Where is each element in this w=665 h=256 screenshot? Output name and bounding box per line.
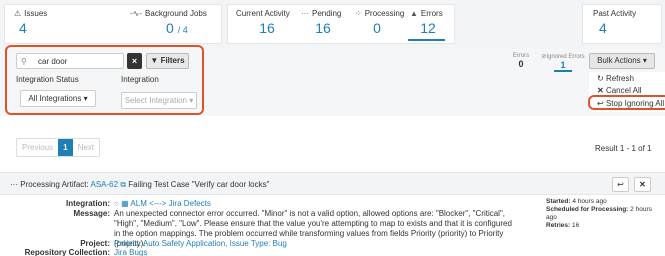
alert-icon: ▲ — [410, 9, 418, 18]
close-icon: ✕ — [597, 86, 604, 95]
pending-count: 16 — [315, 20, 331, 36]
timing-info: Started: 4 hours ago Scheduled for Proce… — [546, 198, 656, 230]
ellipsis-icon: ··· — [10, 180, 18, 189]
started-label: Started: — [546, 198, 571, 205]
background-jobs-total: / 4 — [177, 25, 188, 35]
pagination: Previous 1 Next — [16, 138, 101, 157]
chevron-down-icon: ▾ — [189, 96, 194, 105]
artifact-prefix: Processing Artifact: — [20, 180, 89, 189]
status-circle-icon: ○ — [114, 199, 119, 208]
background-jobs-stat[interactable]: -∿- Background Jobs 0 / 4 — [130, 9, 207, 36]
integration-select[interactable]: Select Integration ▾ — [121, 92, 197, 109]
artifact-title: Failing Test Case "Verify car door locks… — [128, 180, 270, 189]
message-key: Message: — [73, 209, 110, 218]
started-value: 4 hours ago — [572, 198, 607, 205]
search-input[interactable]: ⚲ car door — [16, 53, 124, 69]
menu-item-cancel-all[interactable]: ✕ Cancel All — [597, 86, 642, 95]
integration-icon: ▦ — [121, 199, 129, 208]
retry-button[interactable]: ↩ — [612, 177, 629, 192]
ignored-errors-stat[interactable]: ⊘Ignored Errors 1 — [540, 53, 586, 72]
caret-down-icon: ▾ — [642, 56, 647, 65]
current-activity-label: Current Activity — [236, 9, 290, 18]
bulk-actions-button[interactable]: Bulk Actions ▾ — [589, 53, 655, 69]
bulk-actions-label: Bulk Actions — [597, 56, 641, 65]
pulse-icon: -∿- — [130, 9, 143, 18]
filter-icon: ▼ — [150, 56, 159, 65]
warning-icon: ⚠ — [14, 9, 22, 18]
current-page-button[interactable]: 1 — [58, 139, 73, 156]
issues-count: 4 — [19, 20, 27, 36]
cancel-button[interactable]: ✕ — [634, 177, 651, 192]
current-activity-stat[interactable]: Current Activity 16 — [236, 9, 298, 36]
chevron-down-icon: ▾ — [83, 94, 88, 103]
filters-button[interactable]: ▼ Filters — [146, 53, 189, 69]
retries-label: Retries: — [546, 222, 571, 229]
pending-label: Pending — [312, 9, 342, 18]
integration-status-value: All Integrations — [28, 94, 82, 103]
issues-stat[interactable]: ⚠ Issues 4 — [14, 9, 47, 36]
background-jobs-label: Background Jobs — [145, 9, 207, 18]
past-activity-stat[interactable]: Past Activity 4 — [593, 9, 655, 36]
ignored-errors-count: 1 — [554, 60, 572, 72]
refresh-icon: ↻ — [597, 74, 604, 83]
integration-label: Integration — [121, 75, 159, 84]
artifact-panel-header: ··· Processing Artifact: ASA-62 ⧉ Failin… — [0, 172, 665, 195]
past-activity-label: Past Activity — [593, 9, 637, 18]
pending-stat[interactable]: ··· Pending 16 — [301, 9, 345, 36]
scheduled-label: Scheduled for Processing: — [546, 206, 629, 213]
repository-value[interactable]: Jira Bugs — [114, 248, 147, 256]
integration-status-select[interactable]: All Integrations ▾ — [20, 90, 96, 107]
project-value[interactable]: Project: Auto Safety Application, Issue … — [114, 239, 287, 248]
errors-stat[interactable]: ▲ Errors 12 — [410, 9, 446, 36]
integration-status-label: Integration Status — [16, 75, 79, 84]
menu-item-refresh[interactable]: ↻ Refresh — [597, 74, 634, 83]
errors-active-indicator — [408, 39, 445, 41]
project-key: Project: — [80, 239, 110, 248]
external-link-icon[interactable]: ⧉ — [120, 180, 126, 189]
background-jobs-count: 0 — [166, 20, 174, 36]
processing-stat[interactable]: ⁘ Processing 0 — [355, 9, 404, 36]
previous-page-button[interactable]: Previous — [17, 139, 58, 156]
ellipsis-icon: ··· — [301, 9, 309, 18]
processing-count: 0 — [373, 20, 381, 36]
stop-ignoring-highlight — [588, 95, 665, 110]
errors-count: 12 — [420, 20, 436, 36]
search-value: car door — [38, 57, 68, 66]
errors-mini-count: 0 — [518, 59, 524, 69]
retries-value: 16 — [572, 222, 580, 229]
errors-label: Errors — [420, 9, 443, 18]
processing-label: Processing — [364, 9, 405, 18]
close-icon: ✕ — [639, 180, 646, 189]
undo-icon: ↩ — [617, 180, 624, 189]
clear-search-button[interactable]: × — [127, 53, 142, 69]
integration-placeholder: Select Integration — [124, 96, 187, 105]
result-count: Result 1 - 1 of 1 — [595, 144, 652, 153]
search-icon: ⚲ — [21, 57, 27, 66]
filters-label: Filters — [160, 56, 185, 65]
repository-key: Repository Collection: — [24, 248, 110, 256]
integration-key: Integration: — [66, 199, 110, 208]
integration-value[interactable]: ALM <---> Jira Defects — [130, 199, 210, 208]
past-activity-count: 4 — [599, 20, 607, 36]
errors-mini-stat[interactable]: Errors 0 — [510, 53, 532, 69]
current-activity-count: 16 — [259, 20, 275, 36]
issues-label: Issues — [24, 9, 48, 18]
artifact-link[interactable]: ASA-62 — [91, 180, 119, 189]
next-page-button[interactable]: Next — [73, 139, 99, 156]
spinner-icon: ⁘ — [355, 9, 362, 18]
